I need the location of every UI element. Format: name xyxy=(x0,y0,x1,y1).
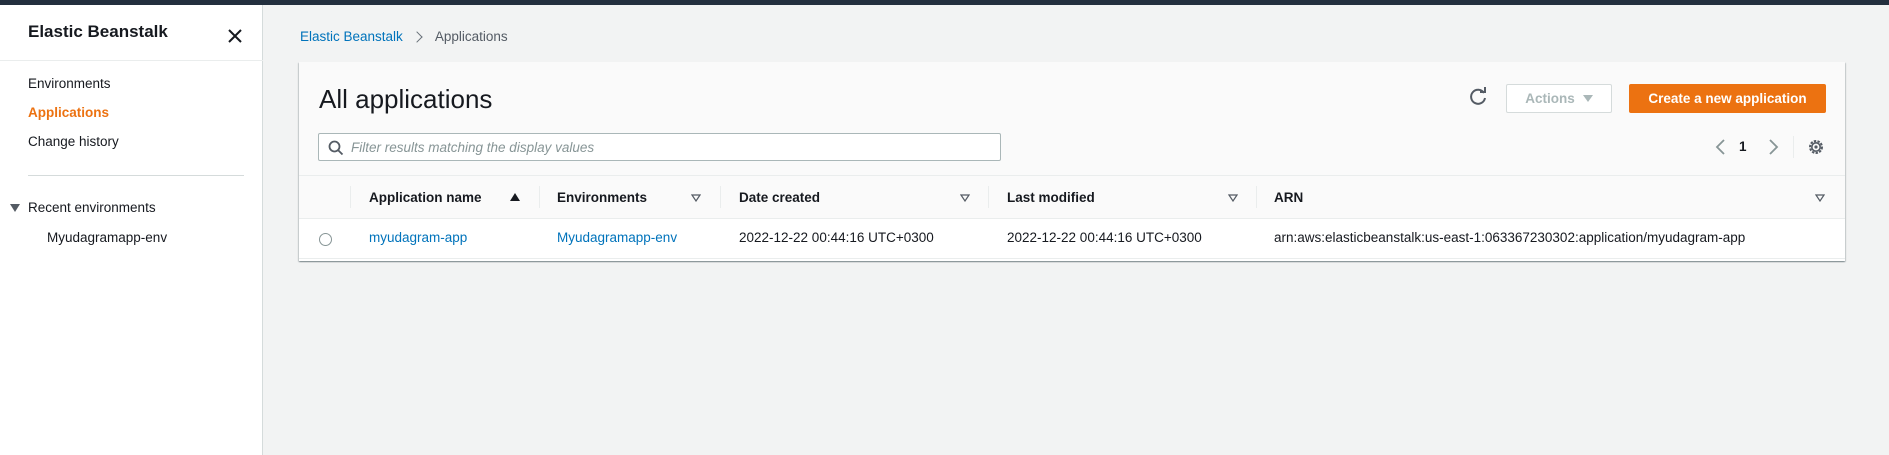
page-number[interactable]: 1 xyxy=(1739,139,1747,154)
sidebar-divider xyxy=(28,175,244,176)
create-application-button[interactable]: Create a new application xyxy=(1629,84,1826,113)
sort-icon[interactable] xyxy=(1815,194,1825,202)
column-divider xyxy=(539,186,540,208)
column-divider xyxy=(720,186,721,208)
column-header-application-name[interactable]: Application name xyxy=(369,176,482,218)
panel-header: All applications Actions Create a new ap… xyxy=(299,62,1845,175)
filter-search xyxy=(318,133,1001,161)
table-row[interactable]: myudagram-app Myudagramapp-env 2022-12-2… xyxy=(299,219,1845,259)
sort-icon[interactable] xyxy=(691,194,701,202)
recent-environments-toggle[interactable]: Recent environments xyxy=(10,200,156,215)
application-name-link[interactable]: myudagram-app xyxy=(369,230,467,245)
actions-button-label: Actions xyxy=(1525,91,1575,106)
column-label: Last modified xyxy=(1007,189,1095,205)
date-created-cell: 2022-12-22 00:44:16 UTC+0300 xyxy=(739,230,934,245)
last-modified-cell: 2022-12-22 00:44:16 UTC+0300 xyxy=(1007,230,1202,245)
column-header-environments[interactable]: Environments xyxy=(557,176,647,218)
top-bar xyxy=(0,0,1889,5)
refresh-icon[interactable] xyxy=(1465,84,1491,110)
close-icon[interactable] xyxy=(224,25,246,47)
breadcrumb: Elastic Beanstalk Applications xyxy=(300,29,508,44)
sort-icon[interactable] xyxy=(1228,194,1238,202)
sort-ascending-icon[interactable] xyxy=(510,193,520,201)
recent-environments-label: Recent environments xyxy=(28,200,156,215)
search-icon xyxy=(328,140,344,156)
column-divider xyxy=(350,186,351,208)
caret-down-icon xyxy=(1582,95,1593,102)
applications-panel: All applications Actions Create a new ap… xyxy=(299,62,1845,261)
sort-icon[interactable] xyxy=(960,194,970,202)
sidebar: Elastic Beanstalk Environments Applicati… xyxy=(0,5,263,455)
column-label: Environments xyxy=(557,189,648,205)
column-label: Application name xyxy=(369,189,482,205)
sidebar-item-applications[interactable]: Applications xyxy=(28,105,109,120)
column-header-last-modified[interactable]: Last modified xyxy=(1007,176,1095,218)
search-input[interactable] xyxy=(351,134,991,160)
column-label: ARN xyxy=(1274,189,1304,205)
column-label: Date created xyxy=(739,189,821,205)
chevron-right-icon[interactable] xyxy=(1765,138,1781,156)
environment-link[interactable]: Myudagramapp-env xyxy=(557,230,677,245)
chevron-left-icon[interactable] xyxy=(1713,138,1729,156)
breadcrumb-current: Applications xyxy=(434,29,508,44)
actions-button[interactable]: Actions xyxy=(1506,84,1612,113)
column-divider xyxy=(988,186,989,208)
sidebar-divider xyxy=(0,60,263,61)
chevron-right-icon xyxy=(411,30,423,43)
column-header-arn[interactable]: ARN xyxy=(1274,176,1303,218)
column-divider xyxy=(1256,186,1257,208)
row-select-radio[interactable] xyxy=(319,233,332,246)
settings-gear-icon[interactable] xyxy=(1807,138,1825,156)
breadcrumb-root-link[interactable]: Elastic Beanstalk xyxy=(300,29,403,44)
caret-down-icon xyxy=(10,203,20,212)
recent-environment-item[interactable]: Myudagramapp-env xyxy=(47,230,167,245)
sidebar-title: Elastic Beanstalk xyxy=(28,22,168,41)
table-header: Application name Environments Date creat… xyxy=(299,175,1845,219)
page-title: All applications xyxy=(319,84,493,114)
pagination-divider xyxy=(1793,136,1794,158)
column-header-date-created[interactable]: Date created xyxy=(739,176,820,218)
arn-cell: arn:aws:elasticbeanstalk:us-east-1:06336… xyxy=(1274,230,1746,245)
sidebar-item-change-history[interactable]: Change history xyxy=(28,134,119,149)
sidebar-item-environments[interactable]: Environments xyxy=(28,76,111,91)
